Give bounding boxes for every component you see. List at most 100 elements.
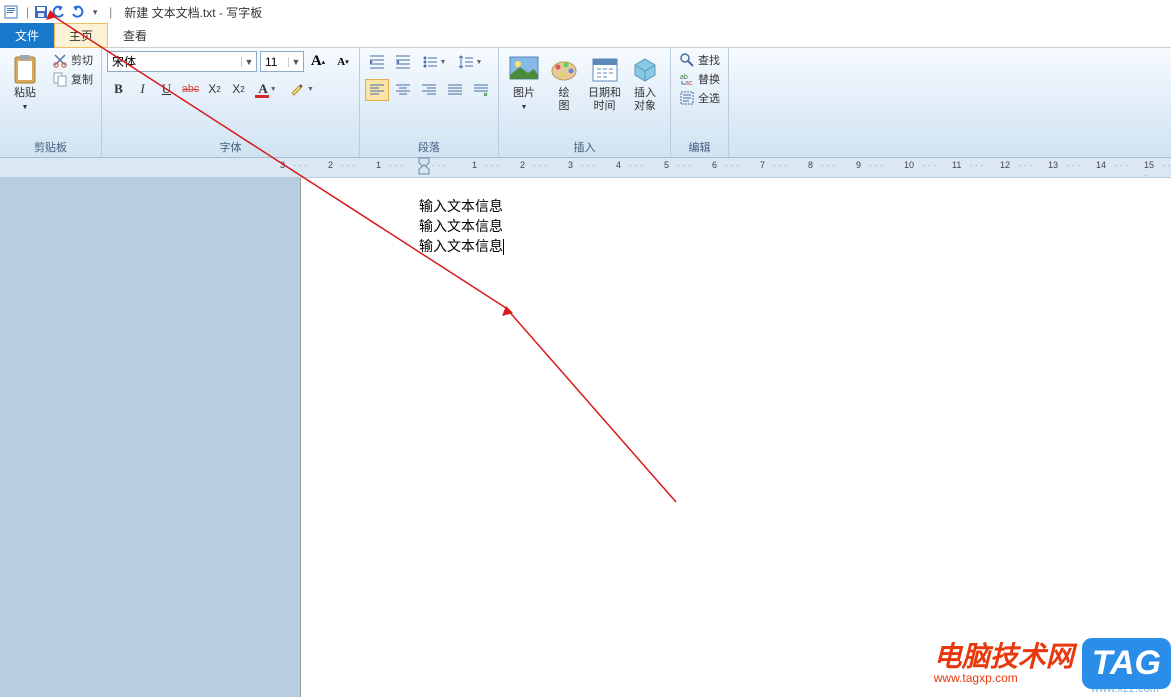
watermark-url: www.tagxp.com bbox=[934, 671, 1074, 685]
ruler-tick: 3· · · bbox=[568, 160, 595, 170]
insert-picture-button[interactable]: 图片▼ bbox=[504, 51, 544, 116]
align-right-button[interactable] bbox=[417, 79, 441, 101]
ruler-tick: 1· · · bbox=[472, 160, 499, 170]
ruler-tick: 3· · · bbox=[280, 160, 307, 170]
ruler-tick: 5· · · bbox=[664, 160, 691, 170]
ruler-tick: 14· · · bbox=[1096, 160, 1128, 170]
highlight-button[interactable]: ▼ bbox=[285, 78, 318, 100]
group-paragraph-label: 段落 bbox=[365, 137, 493, 156]
chevron-down-icon: ▼ bbox=[22, 104, 29, 111]
paragraph-settings-button[interactable] bbox=[469, 79, 493, 101]
clipboard-icon bbox=[9, 53, 41, 85]
group-insert-label: 插入 bbox=[504, 137, 665, 156]
paste-button[interactable]: 粘贴▼ bbox=[5, 51, 45, 116]
grow-font-button[interactable]: A▴ bbox=[307, 51, 329, 72]
ruler-tick: · · · bbox=[424, 160, 446, 170]
ruler-tick: 2· · · bbox=[520, 160, 547, 170]
title-app: 写字板 bbox=[226, 6, 262, 20]
qa-sep2: | bbox=[109, 5, 112, 19]
save-icon[interactable] bbox=[33, 4, 49, 20]
strike-button[interactable]: abc bbox=[179, 78, 202, 100]
qa-sep: | bbox=[26, 5, 29, 19]
ruler-tick: 12· · · bbox=[1000, 160, 1032, 170]
font-family-combo[interactable]: 宋体 ▼ bbox=[107, 51, 257, 72]
object-icon bbox=[629, 53, 661, 85]
window-title: 新建 文本文档.txt - 写字板 bbox=[124, 4, 262, 21]
group-paragraph: ▼ ▼ 段落 bbox=[360, 48, 499, 157]
font-color-button[interactable]: A▼ bbox=[251, 78, 284, 100]
group-font: 宋体 ▼ 11 ▼ A▴ A▾ B I U abc X2 X2 A▼ bbox=[102, 48, 360, 157]
chevron-down-icon: ▼ bbox=[521, 104, 528, 111]
qa-customize-arrow-icon[interactable]: ▾ bbox=[87, 4, 103, 20]
group-edit-label: 编辑 bbox=[676, 137, 723, 156]
text-cursor bbox=[503, 239, 504, 255]
cut-button[interactable]: 剪切 bbox=[49, 51, 96, 69]
ruler-tick: 11· · · bbox=[952, 160, 983, 170]
chevron-down-icon: ▼ bbox=[270, 86, 277, 93]
drawing-icon bbox=[548, 53, 580, 85]
copy-button[interactable]: 复制 bbox=[49, 70, 96, 88]
text-line: 输入文本信息 bbox=[419, 216, 1171, 236]
page[interactable]: 输入文本信息 输入文本信息 输入文本信息 bbox=[300, 178, 1171, 697]
title-bar: | ▾ | 新建 文本文档.txt - 写字板 bbox=[0, 0, 1171, 24]
ruler-tick: 2· · · bbox=[328, 160, 355, 170]
chevron-down-icon: ▼ bbox=[307, 86, 314, 93]
ruler-tick: 1· · · bbox=[376, 160, 403, 170]
document-content[interactable]: 输入文本信息 输入文本信息 输入文本信息 bbox=[419, 196, 1171, 256]
watermark-title: 电脑技术网 bbox=[934, 643, 1074, 671]
insert-datetime-button[interactable]: 日期和 时间 bbox=[584, 51, 625, 115]
indent-decrease-button[interactable] bbox=[365, 51, 389, 73]
superscript-button[interactable]: X2 bbox=[227, 78, 250, 100]
align-justify-button[interactable] bbox=[443, 79, 467, 101]
find-button[interactable]: 查找 bbox=[676, 51, 723, 69]
insert-object-button[interactable]: 插入 对象 bbox=[625, 51, 665, 115]
underline-button[interactable]: U bbox=[155, 78, 178, 100]
bullet-list-button[interactable]: ▼ bbox=[417, 51, 451, 73]
picture-icon bbox=[508, 53, 540, 85]
calendar-icon bbox=[589, 53, 621, 85]
document-area: 输入文本信息 输入文本信息 输入文本信息 bbox=[0, 178, 1171, 697]
group-clipboard-label: 剪贴板 bbox=[5, 137, 96, 156]
bold-button[interactable]: B bbox=[107, 78, 130, 100]
ruler-tick: 9· · · bbox=[856, 160, 883, 170]
undo-icon[interactable] bbox=[51, 4, 67, 20]
group-clipboard: 粘贴▼ 剪切 复制 剪贴板 bbox=[0, 48, 102, 157]
ruler-tick: 13· · · bbox=[1048, 160, 1080, 170]
ruler-tick: 8· · · bbox=[808, 160, 835, 170]
ruler-tick: 10· · · bbox=[904, 160, 936, 170]
svg-text:ac: ac bbox=[685, 80, 693, 87]
select-all-button[interactable]: 全选 bbox=[676, 89, 723, 107]
shrink-font-button[interactable]: A▾ bbox=[332, 51, 354, 72]
tab-view[interactable]: 查看 bbox=[108, 23, 162, 48]
line-spacing-button[interactable]: ▼ bbox=[453, 51, 487, 73]
ribbon: 粘贴▼ 剪切 复制 剪贴板 宋体 ▼ bbox=[0, 48, 1171, 158]
italic-button[interactable]: I bbox=[131, 78, 154, 100]
insert-drawing-button[interactable]: 绘 图 bbox=[544, 51, 584, 115]
font-size-combo[interactable]: 11 ▼ bbox=[260, 51, 304, 72]
menu-bar: 文件 主页 查看 bbox=[0, 24, 1171, 48]
tab-home[interactable]: 主页 bbox=[54, 23, 108, 48]
text-line: 输入文本信息 bbox=[419, 236, 1171, 256]
chevron-down-icon: ▼ bbox=[288, 57, 303, 67]
group-font-label: 字体 bbox=[107, 137, 354, 156]
align-left-button[interactable] bbox=[365, 79, 389, 101]
ruler-tick: 7· · · bbox=[760, 160, 787, 170]
group-edit: 查找 abac 替换 全选 编辑 bbox=[671, 48, 729, 157]
title-file: 新建 文本文档.txt bbox=[124, 6, 215, 20]
wordpad-app-icon bbox=[4, 4, 20, 20]
ruler: 3· · · 2· · · 1· · · · · · 1· · · 2· · · 3· · … bbox=[0, 158, 1171, 178]
tab-file[interactable]: 文件 bbox=[0, 23, 54, 48]
redo-icon[interactable] bbox=[69, 4, 85, 20]
group-insert: 图片▼ 绘 图 日期和 时间 插入 对象 插入 bbox=[499, 48, 671, 157]
replace-button[interactable]: abac 替换 bbox=[676, 70, 723, 88]
align-center-button[interactable] bbox=[391, 79, 415, 101]
ruler-tick: 6· · · bbox=[712, 160, 739, 170]
subscript-button[interactable]: X2 bbox=[203, 78, 226, 100]
ruler-tick: 4· · · bbox=[616, 160, 643, 170]
tag-badge: TAG bbox=[1082, 638, 1171, 689]
chevron-down-icon: ▼ bbox=[241, 57, 256, 67]
ruler-tick: 15· · · bbox=[1144, 160, 1171, 180]
watermark: 电脑技术网 www.tagxp.com TAG bbox=[934, 638, 1171, 689]
indent-increase-button[interactable] bbox=[391, 51, 415, 73]
text-line: 输入文本信息 bbox=[419, 196, 1171, 216]
